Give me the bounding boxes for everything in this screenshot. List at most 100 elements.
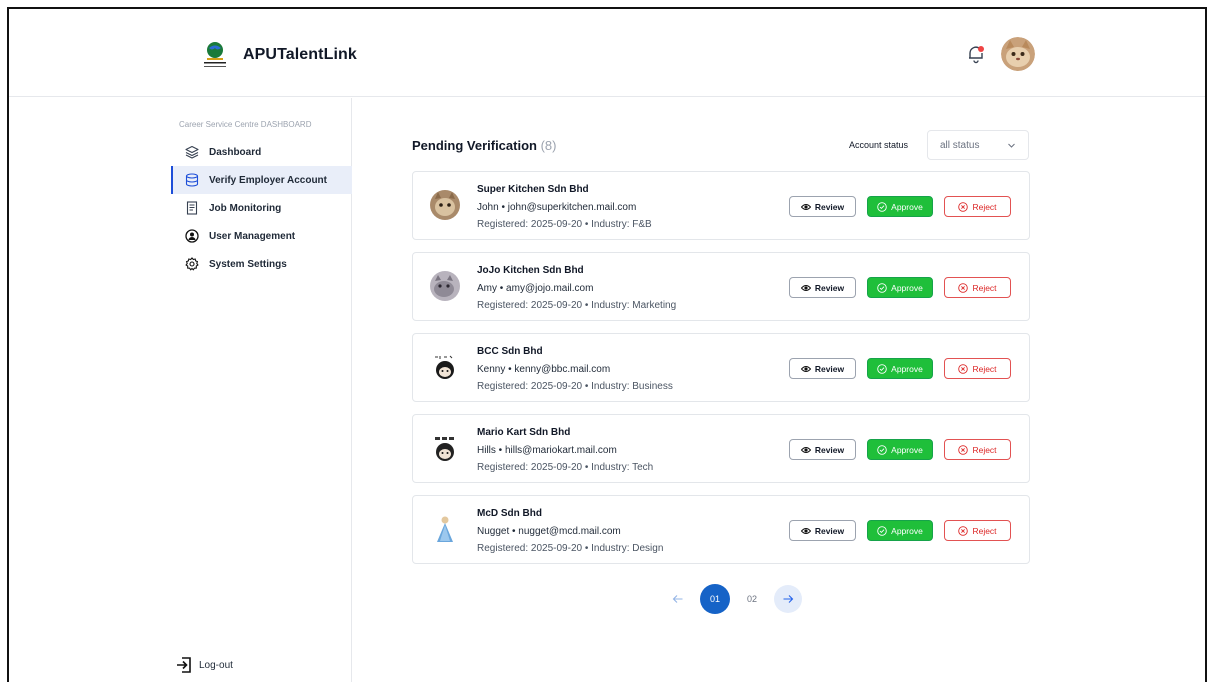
page-1-button[interactable]: 01 (700, 584, 730, 614)
company-avatar (429, 513, 461, 545)
employer-card: Super Kitchen Sdn Bhd John • john@superk… (412, 171, 1030, 240)
pending-count: (8) (540, 138, 557, 153)
sidebar-item-user-management[interactable]: User Management (171, 222, 352, 250)
sidebar-item-dashboard[interactable]: Dashboard (171, 138, 352, 166)
logout-icon (177, 657, 191, 673)
reject-button[interactable]: Reject (944, 439, 1011, 460)
eye-icon (800, 284, 811, 291)
app-name: APUTalentLink (243, 46, 357, 63)
x-circle-icon (958, 525, 969, 536)
review-label: Review (814, 363, 845, 374)
employer-info: BCC Sdn Bhd Kenny • kenny@bbc.mail.com R… (477, 345, 673, 395)
approve-button[interactable]: Approve (867, 277, 933, 298)
check-circle-icon (877, 525, 887, 536)
card-actions: Review Approve Reject (789, 277, 1011, 298)
employer-info: Super Kitchen Sdn Bhd John • john@superk… (477, 183, 652, 233)
review-label: Review (814, 444, 845, 455)
sidebar-item-label: Dashboard (209, 146, 262, 158)
app-window: APUTalentLink Career Service Centre DASH… (7, 7, 1207, 682)
employer-info: JoJo Kitchen Sdn Bhd Amy • amy@jojo.mail… (477, 264, 676, 314)
company-avatar (429, 351, 461, 383)
review-label: Review (814, 525, 845, 536)
review-button[interactable]: Review (789, 439, 856, 460)
company-name: Super Kitchen Sdn Bhd (477, 184, 589, 195)
arrow-left-icon (672, 595, 683, 603)
main-content: Pending Verification (8) Account status … (352, 98, 1205, 682)
arrow-right-icon (783, 595, 794, 603)
employer-list: Super Kitchen Sdn Bhd John • john@superk… (412, 171, 1030, 576)
approve-button[interactable]: Approve (867, 439, 933, 460)
logout-button[interactable]: Log-out (175, 656, 233, 674)
pagination: 01 02 (664, 584, 802, 614)
approve-button[interactable]: Approve (867, 196, 933, 217)
sidebar-item-label: User Management (209, 230, 296, 242)
review-button[interactable]: Review (789, 358, 856, 379)
registration-meta: Registered: 2025-09-20 • Industry: Busin… (477, 381, 673, 392)
reject-button[interactable]: Reject (944, 277, 1011, 298)
company-name: BCC Sdn Bhd (477, 346, 543, 357)
reject-button[interactable]: Reject (944, 358, 1011, 379)
brand[interactable]: APUTalentLink (199, 39, 357, 71)
company-avatar (429, 432, 461, 464)
database-icon (185, 173, 199, 187)
company-avatar (430, 271, 460, 301)
registration-meta: Registered: 2025-09-20 • Industry: Marke… (477, 300, 677, 311)
reject-label: Reject (972, 444, 997, 455)
card-actions: Review Approve Reject (789, 439, 1011, 460)
approve-label: Approve (891, 444, 923, 455)
employer-card: BCC Sdn Bhd Kenny • kenny@bbc.mail.com R… (412, 333, 1030, 402)
contact-info: Hills • hills@mariokart.mail.com (477, 445, 617, 456)
company-avatar (430, 190, 460, 220)
prev-page-button[interactable] (664, 585, 692, 613)
document-icon (186, 201, 198, 215)
review-label: Review (814, 201, 845, 212)
user-circle-icon (185, 229, 199, 243)
registration-meta: Registered: 2025-09-20 • Industry: Tech (477, 462, 654, 473)
user-avatar[interactable] (1001, 37, 1035, 71)
reject-button[interactable]: Reject (944, 520, 1011, 541)
reject-button[interactable]: Reject (944, 196, 1011, 217)
reject-label: Reject (972, 525, 997, 536)
sidebar-item-verify-employer[interactable]: Verify Employer Account (171, 166, 352, 194)
top-header: APUTalentLink (9, 9, 1205, 97)
x-circle-icon (958, 363, 969, 374)
apu-logo-icon (204, 42, 226, 67)
check-circle-icon (877, 444, 887, 455)
company-name: Mario Kart Sdn Bhd (477, 427, 571, 438)
sidebar-item-label: System Settings (209, 258, 287, 270)
bell-alert-icon[interactable] (965, 43, 987, 65)
card-actions: Review Approve Reject (789, 520, 1011, 541)
header-actions (965, 37, 1035, 71)
logout-label: Log-out (199, 659, 233, 671)
approve-label: Approve (891, 525, 923, 536)
employer-card: McD Sdn Bhd Nugget • nugget@mcd.mail.com… (412, 495, 1030, 564)
approve-label: Approve (891, 201, 923, 212)
eye-icon (800, 446, 811, 453)
page-2-button[interactable]: 02 (738, 585, 766, 613)
employer-card: JoJo Kitchen Sdn Bhd Amy • amy@jojo.mail… (412, 252, 1030, 321)
page-title-text: Pending Verification (412, 138, 537, 153)
chevron-down-icon (1008, 143, 1015, 148)
review-button[interactable]: Review (789, 277, 856, 298)
contact-info: Kenny • kenny@bbc.mail.com (477, 364, 611, 375)
check-circle-icon (877, 363, 887, 374)
employer-info: McD Sdn Bhd Nugget • nugget@mcd.mail.com… (477, 507, 663, 557)
account-status-label: Account status (849, 140, 909, 150)
approve-button[interactable]: Approve (867, 358, 933, 379)
company-name: McD Sdn Bhd (477, 508, 542, 519)
sidebar-item-system-settings[interactable]: System Settings (171, 250, 352, 278)
review-button[interactable]: Review (789, 196, 856, 217)
next-page-button[interactable] (774, 585, 802, 613)
contact-info: Nugget • nugget@mcd.mail.com (477, 526, 621, 537)
sidebar-item-label: Verify Employer Account (209, 174, 327, 186)
sidebar-item-job-monitoring[interactable]: Job Monitoring (171, 194, 352, 222)
eye-icon (800, 203, 811, 210)
approve-label: Approve (891, 363, 923, 374)
account-status-select[interactable]: all status (927, 130, 1029, 160)
review-button[interactable]: Review (789, 520, 856, 541)
card-actions: Review Approve Reject (789, 358, 1011, 379)
contact-info: John • john@superkitchen.mail.com (477, 202, 637, 213)
x-circle-icon (958, 201, 969, 212)
reject-label: Reject (972, 201, 997, 212)
approve-button[interactable]: Approve (867, 520, 933, 541)
